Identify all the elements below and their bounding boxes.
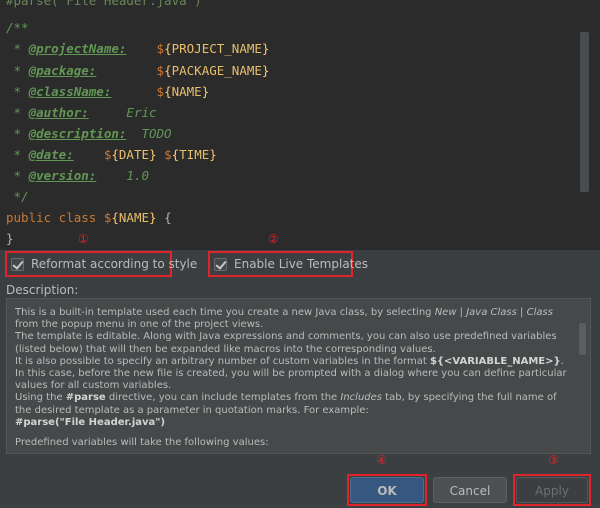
- code-line-project-name: * @projectName: ${PROJECT_NAME}: [6, 41, 270, 56]
- code-line-parse: #parse("File Header.java"): [6, 0, 202, 8]
- description-panel: This is a built-in template used each ti…: [6, 298, 591, 454]
- code-line-version: * @version: 1.0: [6, 168, 149, 183]
- code-line-close-brace: }: [6, 231, 14, 246]
- reformat-checkbox[interactable]: [11, 257, 24, 271]
- code-line-description: * @description: TODO: [6, 126, 172, 141]
- code-line-package: * @package: ${PACKAGE_NAME}: [6, 63, 270, 78]
- annotation-number-4: ④: [376, 453, 387, 467]
- code-line-class-declaration: public class ${NAME} {: [6, 210, 172, 225]
- reformat-label: Reformat according to style: [31, 257, 198, 271]
- description-paragraph-2: The template is editable. Along with Jav…: [15, 331, 557, 355]
- annotation-number-2: ②: [268, 232, 279, 246]
- description-text: This is a built-in template used each ti…: [15, 307, 571, 449]
- editor-scrollbar[interactable]: [580, 32, 589, 192]
- template-code-editor[interactable]: #parse("File Header.java") /** * @projec…: [0, 0, 600, 250]
- live-templates-checkbox[interactable]: [214, 257, 227, 271]
- annotation-number-3: ③: [548, 453, 559, 467]
- description-scrollbar[interactable]: [579, 323, 586, 355]
- description-paragraph-6: Predefined variables will take the follo…: [15, 437, 269, 449]
- live-templates-label: Enable Live Templates: [234, 257, 369, 271]
- code-line-author: * @author: Eric: [6, 105, 157, 120]
- description-paragraph-1: This is a built-in template used each ti…: [15, 307, 553, 331]
- ok-button[interactable]: OK: [350, 477, 424, 503]
- reformat-checkbox-row[interactable]: Reformat according to style: [11, 257, 197, 271]
- code-line-comment-open: /**: [6, 20, 29, 35]
- description-label: Description:: [6, 283, 79, 297]
- cancel-button[interactable]: Cancel: [433, 477, 507, 503]
- code-line-comment-close: */: [6, 189, 29, 204]
- apply-button[interactable]: Apply: [516, 477, 588, 503]
- live-templates-checkbox-row[interactable]: Enable Live Templates: [214, 257, 368, 271]
- description-paragraph-4: Using the #parse directive, you can incl…: [15, 392, 557, 416]
- description-example: #parse("File Header.java"): [15, 416, 166, 428]
- annotation-number-1: ①: [78, 232, 89, 246]
- code-line-class-name: * @className: ${NAME}: [6, 84, 210, 99]
- code-line-date: * @date: ${DATE} ${TIME}: [6, 147, 217, 162]
- description-paragraph-3: It is also possible to specify an arbitr…: [15, 355, 567, 392]
